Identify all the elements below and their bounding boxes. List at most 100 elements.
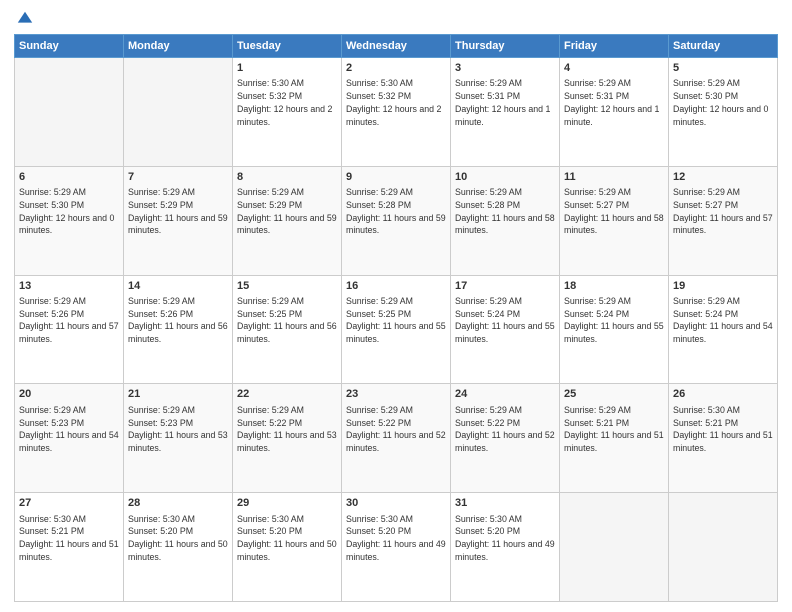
day-number: 16 xyxy=(346,279,446,294)
weekday-header-friday: Friday xyxy=(560,35,669,58)
day-number: 17 xyxy=(455,279,555,294)
week-row-1: 1Sunrise: 5:30 AM Sunset: 5:32 PM Daylig… xyxy=(15,58,778,167)
day-info: Sunrise: 5:30 AM Sunset: 5:32 PM Dayligh… xyxy=(237,77,337,128)
day-info: Sunrise: 5:29 AM Sunset: 5:24 PM Dayligh… xyxy=(455,295,555,346)
calendar-cell: 16Sunrise: 5:29 AM Sunset: 5:25 PM Dayli… xyxy=(342,275,451,384)
calendar-cell xyxy=(560,493,669,602)
day-number: 30 xyxy=(346,496,446,511)
calendar-cell: 17Sunrise: 5:29 AM Sunset: 5:24 PM Dayli… xyxy=(451,275,560,384)
calendar-cell: 25Sunrise: 5:29 AM Sunset: 5:21 PM Dayli… xyxy=(560,384,669,493)
day-info: Sunrise: 5:29 AM Sunset: 5:23 PM Dayligh… xyxy=(19,404,119,455)
day-info: Sunrise: 5:30 AM Sunset: 5:20 PM Dayligh… xyxy=(455,513,555,564)
calendar-cell: 12Sunrise: 5:29 AM Sunset: 5:27 PM Dayli… xyxy=(669,166,778,275)
calendar-cell: 11Sunrise: 5:29 AM Sunset: 5:27 PM Dayli… xyxy=(560,166,669,275)
calendar-cell: 24 Sunrise: 5:29 AM Sunset: 5:22 PM Dayli… xyxy=(451,384,560,493)
week-row-4: 20 Sunrise: 5:29 AM Sunset: 5:23 PM Dayli… xyxy=(15,384,778,493)
day-info: Sunrise: 5:30 AM Sunset: 5:20 PM Dayligh… xyxy=(128,513,228,564)
logo-icon xyxy=(16,10,34,28)
calendar-cell: 20 Sunrise: 5:29 AM Sunset: 5:23 PM Dayli… xyxy=(15,384,124,493)
day-number: 4 xyxy=(564,61,664,76)
day-number: 8 xyxy=(237,170,337,185)
header xyxy=(14,10,778,28)
calendar-cell: 8Sunrise: 5:29 AM Sunset: 5:29 PM Daylig… xyxy=(233,166,342,275)
day-number: 11 xyxy=(564,170,664,185)
calendar-cell: 28 Sunrise: 5:30 AM Sunset: 5:20 PM Dayli… xyxy=(124,493,233,602)
day-number: 13 xyxy=(19,279,119,294)
day-info: Sunrise: 5:30 AM Sunset: 5:21 PM Dayligh… xyxy=(673,404,773,455)
day-number: 22 xyxy=(237,387,337,402)
day-number: 14 xyxy=(128,279,228,294)
day-info: Sunrise: 5:29 AM Sunset: 5:25 PM Dayligh… xyxy=(237,295,337,346)
calendar-cell: 9Sunrise: 5:29 AM Sunset: 5:28 PM Daylig… xyxy=(342,166,451,275)
day-info: Sunrise: 5:29 AM Sunset: 5:26 PM Dayligh… xyxy=(128,295,228,346)
weekday-header-wednesday: Wednesday xyxy=(342,35,451,58)
day-number: 5 xyxy=(673,61,773,76)
week-row-3: 13Sunrise: 5:29 AM Sunset: 5:26 PM Dayli… xyxy=(15,275,778,384)
calendar-cell: 7Sunrise: 5:29 AM Sunset: 5:29 PM Daylig… xyxy=(124,166,233,275)
day-number: 2 xyxy=(346,61,446,76)
calendar-cell: 13Sunrise: 5:29 AM Sunset: 5:26 PM Dayli… xyxy=(15,275,124,384)
calendar-cell: 10Sunrise: 5:29 AM Sunset: 5:28 PM Dayli… xyxy=(451,166,560,275)
calendar-cell xyxy=(669,493,778,602)
day-info: Sunrise: 5:29 AM Sunset: 5:30 PM Dayligh… xyxy=(19,186,119,237)
day-number: 3 xyxy=(455,61,555,76)
week-row-5: 27 Sunrise: 5:30 AM Sunset: 5:21 PM Dayli… xyxy=(15,493,778,602)
day-info: Sunrise: 5:30 AM Sunset: 5:21 PM Dayligh… xyxy=(19,513,119,564)
day-info: Sunrise: 5:29 AM Sunset: 5:27 PM Dayligh… xyxy=(673,186,773,237)
day-info: Sunrise: 5:29 AM Sunset: 5:22 PM Dayligh… xyxy=(346,404,446,455)
calendar: SundayMondayTuesdayWednesdayThursdayFrid… xyxy=(14,34,778,602)
calendar-cell xyxy=(124,58,233,167)
calendar-cell: 18Sunrise: 5:29 AM Sunset: 5:24 PM Dayli… xyxy=(560,275,669,384)
day-number: 25 xyxy=(564,387,664,402)
day-info: Sunrise: 5:29 AM Sunset: 5:22 PM Dayligh… xyxy=(455,404,555,455)
day-number: 31 xyxy=(455,496,555,511)
calendar-cell xyxy=(15,58,124,167)
calendar-cell: 29 Sunrise: 5:30 AM Sunset: 5:20 PM Dayli… xyxy=(233,493,342,602)
day-info: Sunrise: 5:29 AM Sunset: 5:30 PM Dayligh… xyxy=(673,77,773,128)
day-info: Sunrise: 5:29 AM Sunset: 5:25 PM Dayligh… xyxy=(346,295,446,346)
weekday-header-saturday: Saturday xyxy=(669,35,778,58)
day-number: 18 xyxy=(564,279,664,294)
day-number: 6 xyxy=(19,170,119,185)
day-info: Sunrise: 5:29 AM Sunset: 5:29 PM Dayligh… xyxy=(128,186,228,237)
day-number: 28 xyxy=(128,496,228,511)
calendar-cell: 27 Sunrise: 5:30 AM Sunset: 5:21 PM Dayli… xyxy=(15,493,124,602)
day-info: Sunrise: 5:29 AM Sunset: 5:28 PM Dayligh… xyxy=(455,186,555,237)
day-number: 15 xyxy=(237,279,337,294)
calendar-cell: 3Sunrise: 5:29 AM Sunset: 5:31 PM Daylig… xyxy=(451,58,560,167)
day-number: 21 xyxy=(128,387,228,402)
calendar-cell: 14Sunrise: 5:29 AM Sunset: 5:26 PM Dayli… xyxy=(124,275,233,384)
day-info: Sunrise: 5:30 AM Sunset: 5:20 PM Dayligh… xyxy=(346,513,446,564)
day-info: Sunrise: 5:29 AM Sunset: 5:22 PM Dayligh… xyxy=(237,404,337,455)
calendar-cell: 5Sunrise: 5:29 AM Sunset: 5:30 PM Daylig… xyxy=(669,58,778,167)
calendar-cell: 30 Sunrise: 5:30 AM Sunset: 5:20 PM Dayli… xyxy=(342,493,451,602)
day-info: Sunrise: 5:29 AM Sunset: 5:31 PM Dayligh… xyxy=(455,77,555,128)
day-info: Sunrise: 5:29 AM Sunset: 5:27 PM Dayligh… xyxy=(564,186,664,237)
week-row-2: 6Sunrise: 5:29 AM Sunset: 5:30 PM Daylig… xyxy=(15,166,778,275)
weekday-header-thursday: Thursday xyxy=(451,35,560,58)
day-number: 24 xyxy=(455,387,555,402)
day-number: 1 xyxy=(237,61,337,76)
calendar-cell: 15Sunrise: 5:29 AM Sunset: 5:25 PM Dayli… xyxy=(233,275,342,384)
weekday-header-sunday: Sunday xyxy=(15,35,124,58)
day-info: Sunrise: 5:29 AM Sunset: 5:28 PM Dayligh… xyxy=(346,186,446,237)
calendar-cell: 6Sunrise: 5:29 AM Sunset: 5:30 PM Daylig… xyxy=(15,166,124,275)
calendar-cell: 4Sunrise: 5:29 AM Sunset: 5:31 PM Daylig… xyxy=(560,58,669,167)
day-number: 19 xyxy=(673,279,773,294)
day-number: 20 xyxy=(19,387,119,402)
day-number: 10 xyxy=(455,170,555,185)
day-number: 9 xyxy=(346,170,446,185)
weekday-header-tuesday: Tuesday xyxy=(233,35,342,58)
day-number: 27 xyxy=(19,496,119,511)
day-number: 26 xyxy=(673,387,773,402)
calendar-cell: 1Sunrise: 5:30 AM Sunset: 5:32 PM Daylig… xyxy=(233,58,342,167)
day-info: Sunrise: 5:29 AM Sunset: 5:29 PM Dayligh… xyxy=(237,186,337,237)
day-number: 23 xyxy=(346,387,446,402)
day-info: Sunrise: 5:29 AM Sunset: 5:23 PM Dayligh… xyxy=(128,404,228,455)
day-info: Sunrise: 5:29 AM Sunset: 5:26 PM Dayligh… xyxy=(19,295,119,346)
day-number: 29 xyxy=(237,496,337,511)
calendar-cell: 2Sunrise: 5:30 AM Sunset: 5:32 PM Daylig… xyxy=(342,58,451,167)
day-info: Sunrise: 5:29 AM Sunset: 5:24 PM Dayligh… xyxy=(673,295,773,346)
day-info: Sunrise: 5:30 AM Sunset: 5:20 PM Dayligh… xyxy=(237,513,337,564)
page: SundayMondayTuesdayWednesdayThursdayFrid… xyxy=(0,0,792,612)
